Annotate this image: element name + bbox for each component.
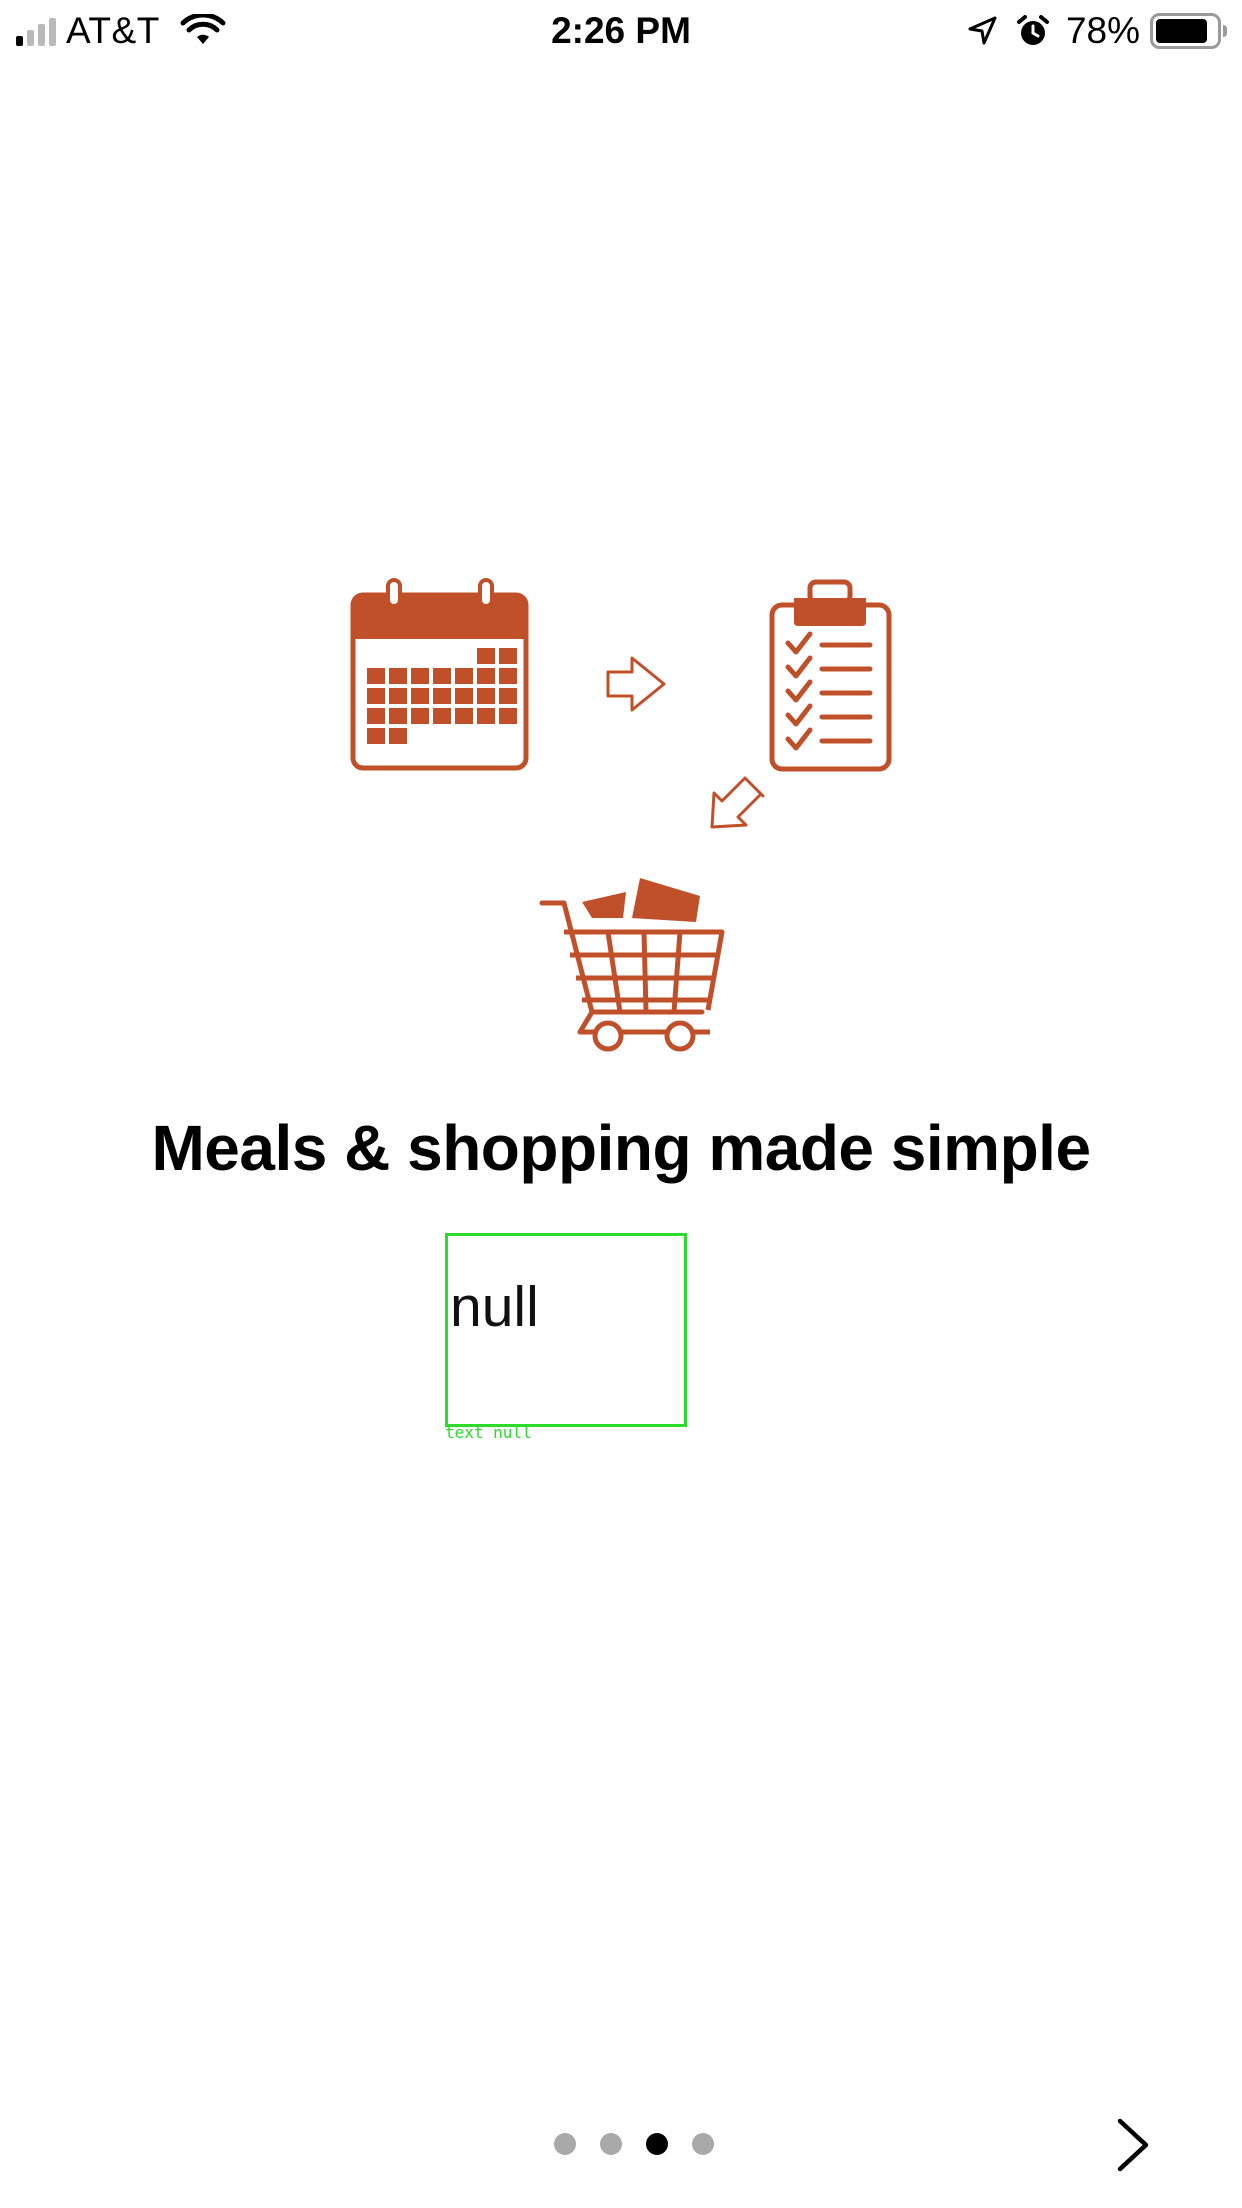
- arrow-right-icon: [606, 656, 666, 712]
- status-bar: AT&T 2:26 PM 78%: [0, 0, 1242, 62]
- battery-percent: 78%: [1065, 10, 1140, 51]
- page-dot-3-active[interactable]: [645, 2133, 668, 2155]
- next-button[interactable]: [1102, 2115, 1162, 2175]
- page-dot-1[interactable]: [553, 2133, 576, 2155]
- body-text-debug-box: null: [445, 1233, 687, 1427]
- shopping-cart-icon: [539, 878, 725, 1052]
- location-icon: [968, 16, 997, 45]
- page-dot-2[interactable]: [599, 2133, 622, 2155]
- page-indicator[interactable]: [0, 2133, 1242, 2155]
- onboarding-body-text: null: [450, 1275, 539, 1339]
- clipboard-checklist-icon: [769, 579, 892, 772]
- status-right: 78%: [966, 8, 1228, 54]
- page-dot-4[interactable]: [691, 2133, 714, 2155]
- onboarding-headline: Meals & shopping made simple: [151, 1112, 1091, 1184]
- meal-planning-illustration: [340, 570, 900, 1070]
- calendar-icon: [350, 578, 529, 771]
- arrow-down-left-icon: [710, 776, 765, 829]
- alarm-icon: [1016, 15, 1049, 45]
- chevron-right-icon: [1117, 2118, 1149, 2172]
- debug-caption: text null: [445, 1423, 532, 1442]
- battery-icon: [1150, 13, 1227, 49]
